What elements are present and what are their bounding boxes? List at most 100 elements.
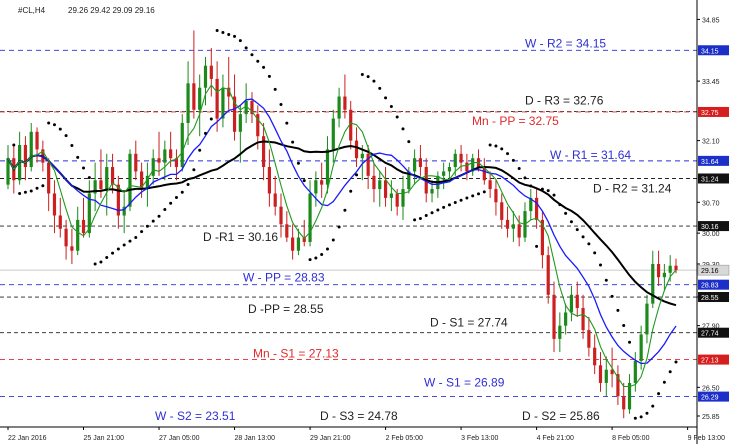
psar-dot (418, 216, 422, 220)
candle-body (192, 83, 196, 110)
price-tick-label: 33.45 (702, 79, 720, 86)
candle-body (163, 149, 167, 163)
candle-body (604, 369, 608, 383)
psar-dot (674, 360, 678, 364)
candle-body (285, 224, 289, 238)
candle-body (558, 325, 562, 339)
price-tag-label: 30.16 (701, 224, 719, 231)
psar-dot (593, 251, 597, 255)
psar-dot (604, 278, 608, 282)
level-label: Mn - S1 = 27.13 (253, 347, 339, 361)
psar-dot (192, 168, 196, 172)
psar-dot (459, 198, 463, 202)
level-label: D - S2 = 25.86 (522, 409, 600, 423)
candle-body (651, 263, 655, 304)
candle-body (180, 122, 184, 168)
price-chart[interactable]: W - R2 = 34.15 D - R3 = 32.76 Mn - PP = 32… (0, 0, 730, 444)
candle-body (668, 265, 672, 273)
candle-body (517, 224, 521, 238)
time-tick-label: 3 Feb 13:00 (461, 435, 498, 442)
psar-dot (87, 176, 91, 180)
candle-body (320, 180, 324, 185)
psar-dot (58, 127, 62, 131)
time-tick-label: 8 Feb 05:00 (612, 435, 649, 442)
candle-body (221, 87, 225, 119)
candle-body (581, 308, 585, 331)
candle-body (105, 167, 109, 190)
level-label: W - R1 = 31.64 (550, 148, 631, 162)
psar-dot (372, 79, 376, 83)
psar-dot (320, 253, 324, 257)
candle-body (134, 153, 138, 172)
psar-dot (552, 193, 556, 197)
candle-body (198, 87, 202, 110)
psar-dot (41, 184, 45, 188)
psar-dot (111, 251, 115, 255)
candle-body (534, 197, 539, 220)
candle-body (598, 365, 603, 383)
level-label: D - S3 = 24.78 (320, 409, 398, 423)
candle-body (337, 96, 341, 119)
psar-dot (325, 247, 329, 251)
time-tick-label: 9 Feb 13:00 (688, 435, 725, 442)
psar-dot (424, 214, 428, 218)
candle-body (291, 237, 295, 251)
psar-dot (540, 187, 544, 191)
psar-dot (186, 182, 190, 186)
candle-body (47, 162, 51, 194)
candle-body (552, 294, 556, 339)
level-label: W - S2 = 23.51 (155, 409, 236, 423)
price-tag-label: 27.74 (701, 331, 719, 338)
candle-body (564, 312, 568, 326)
time-tick-label: 27 Jan 05:00 (159, 435, 200, 442)
candle-body (29, 131, 33, 168)
candle-body (593, 347, 597, 366)
psar-dot (616, 308, 620, 312)
psar-dot (453, 201, 457, 205)
candle-body (505, 219, 510, 229)
price-tick-label: 25.85 (702, 414, 720, 421)
price-tag-label: 31.24 (701, 176, 719, 183)
level-label: D - R2 = 31.24 (593, 181, 672, 195)
psar-dot (523, 176, 527, 180)
psar-dot (633, 416, 637, 420)
psar-dot (82, 166, 86, 170)
candle-body (575, 294, 579, 309)
candle-body (622, 396, 626, 410)
psar-dot (238, 39, 242, 43)
price-tag-label: 31.64 (701, 159, 719, 166)
candle-body (76, 219, 80, 251)
chart-background (0, 0, 730, 444)
psar-dot (70, 143, 74, 147)
psar-dot (529, 184, 533, 188)
level-label: D - R3 = 32.76 (525, 94, 604, 108)
candle-body (546, 255, 550, 295)
psar-dot (308, 258, 312, 262)
time-tick-label: 4 Feb 21:00 (537, 435, 574, 442)
price-tag-label: 28.55 (701, 295, 719, 302)
candle-body (308, 193, 312, 242)
candle-body (633, 360, 637, 383)
candle-body (157, 158, 161, 163)
candle-body (110, 167, 115, 185)
psar-dot (535, 244, 539, 248)
psar-dot (35, 186, 39, 190)
psar-dot (279, 103, 283, 107)
candle-body (186, 83, 190, 123)
candle-body (418, 158, 423, 168)
candle-body (81, 219, 86, 234)
candle-body (23, 145, 28, 168)
candle-body (645, 303, 649, 335)
psar-dot (430, 211, 434, 215)
psar-dot (221, 30, 225, 34)
candle-body (372, 175, 376, 190)
candle-body (674, 265, 678, 271)
candle-body (58, 215, 62, 229)
price-tick-label: 34.85 (702, 17, 720, 24)
psar-dot (662, 380, 666, 384)
psar-dot (511, 158, 515, 162)
price-tick-label: 26.50 (702, 385, 720, 392)
psar-dot (29, 189, 33, 193)
psar-dot (668, 370, 672, 374)
psar-dot (157, 214, 161, 218)
